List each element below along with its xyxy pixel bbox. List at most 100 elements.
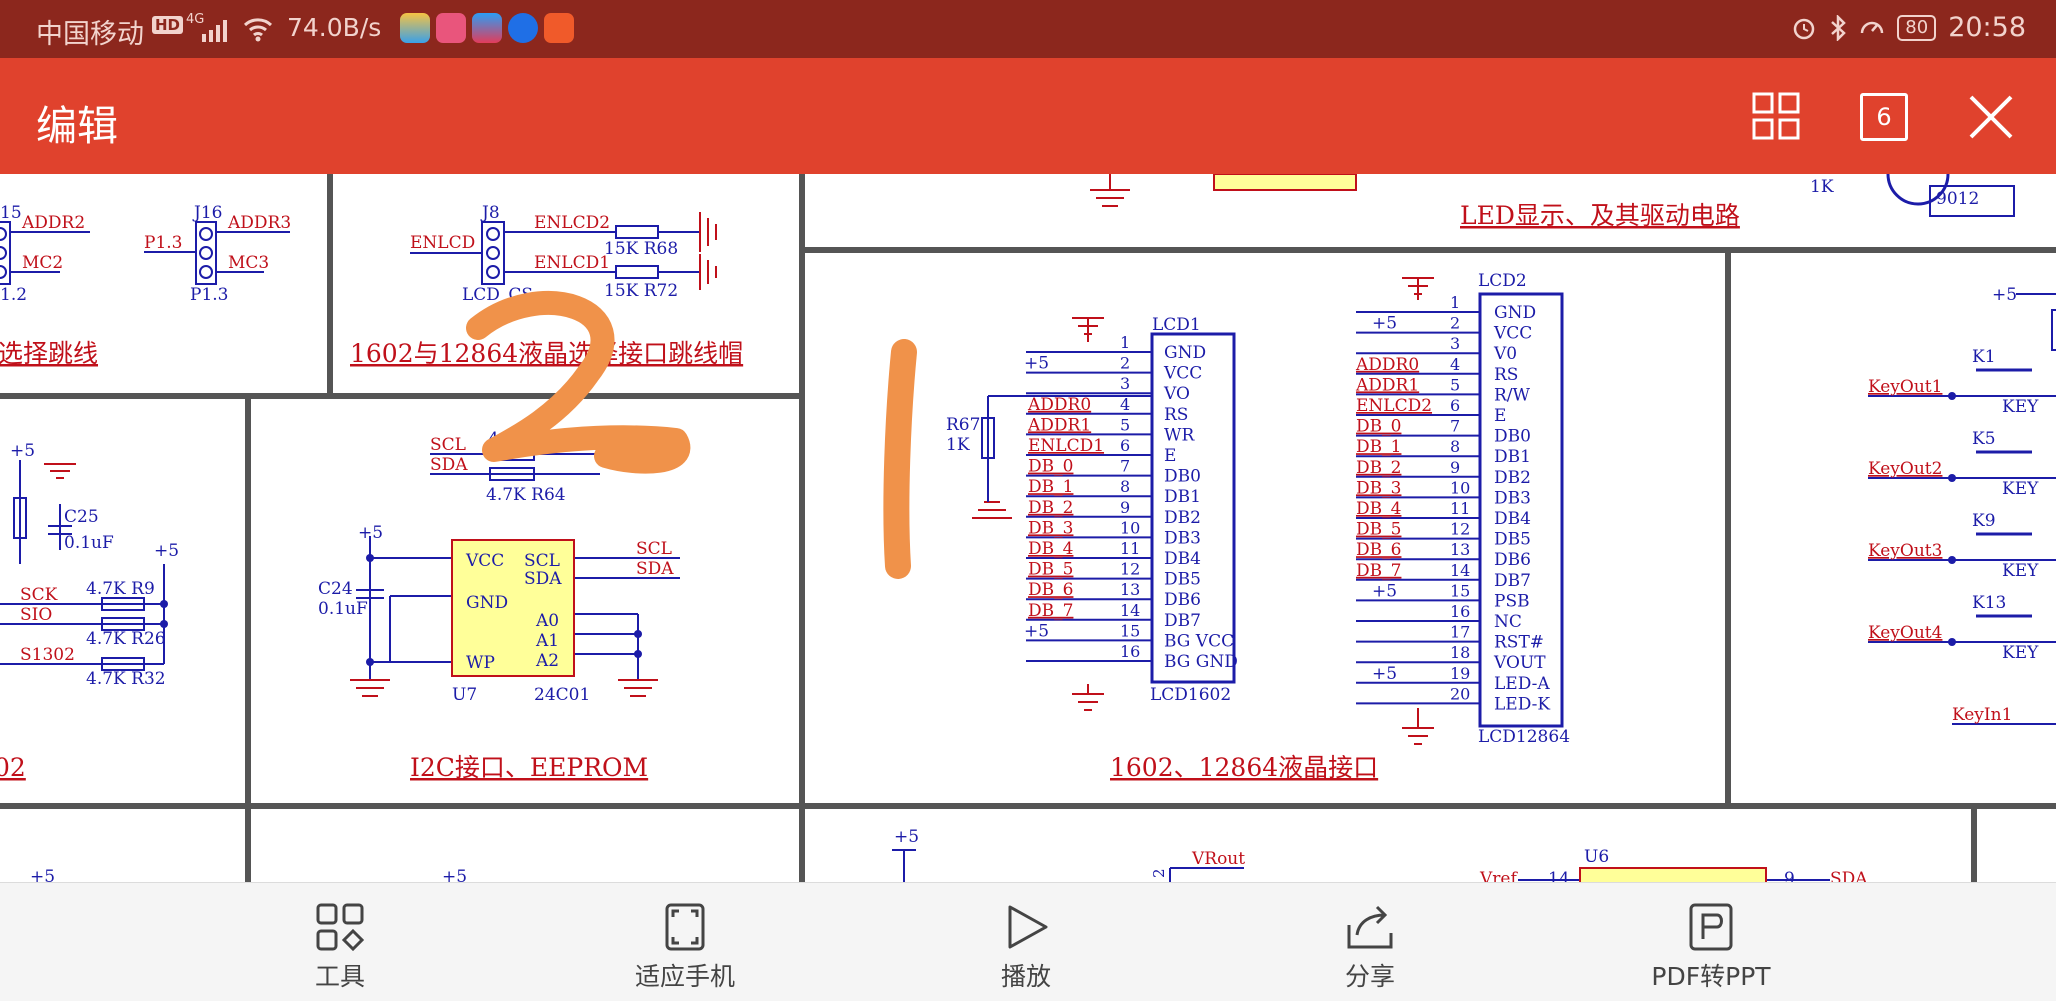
annotation-1-stroke — [883, 339, 917, 579]
lcd2-pin-number: 13 — [1450, 540, 1470, 559]
key-name: K5 — [1972, 429, 1996, 449]
lcd1-pin-number: 6 — [1120, 436, 1130, 455]
lcd2-pin-name: LED-A — [1494, 674, 1550, 694]
lcd2-pin-number: 2 — [1450, 314, 1460, 333]
lcd2-net-label: DB_2 — [1356, 458, 1401, 478]
lcd2-pin-name: RST# — [1494, 633, 1544, 653]
share-button[interactable]: 分享 — [1320, 883, 1420, 1001]
lcd2-net-label: DB_3 — [1356, 478, 1401, 498]
eeprom-vcc-net: +5 — [358, 523, 383, 543]
lcd2-pin-number: 6 — [1450, 396, 1460, 415]
j15-addr2-label: ADDR2 — [21, 213, 85, 233]
lcd2-pin-name: R/W — [1494, 385, 1531, 405]
key-name: K1 — [1972, 347, 1996, 367]
close-icon[interactable] — [1968, 94, 2014, 140]
page-count-button[interactable]: 6 — [1860, 93, 1908, 141]
lcd2-pin-name: DB0 — [1494, 427, 1531, 447]
ds-vcc2-net: +5 — [154, 541, 179, 561]
u6-pin14: 14 — [1548, 869, 1570, 882]
annotation-2-stroke — [466, 291, 691, 474]
u7-a2-pin: A2 — [535, 651, 559, 671]
fit-screen-icon — [665, 903, 705, 951]
lcd1-net-label: DB_3 — [1028, 518, 1073, 538]
key-name: K9 — [1972, 511, 1996, 531]
lcd1602-label: LCD1602 — [1150, 685, 1231, 705]
lcd1-net-label: DB_7 — [1028, 601, 1073, 621]
u7-pin-scl-out: SCL — [636, 539, 672, 559]
lcd2-pin-name: RS — [1494, 365, 1518, 385]
pdf-to-ppt-label: PDF转PPT — [1651, 962, 1771, 991]
lcd2-pin-number: 1 — [1450, 293, 1460, 312]
u6-sda-net: SDA — [1830, 869, 1868, 882]
key-label: KEY — [2002, 479, 2039, 499]
app-icon — [472, 13, 502, 43]
c25-value: 0.1uF — [64, 533, 114, 553]
lcd2-pin-name: DB7 — [1494, 571, 1531, 591]
lcd1-pin-number: 3 — [1120, 374, 1130, 393]
app-icon — [400, 13, 430, 43]
lcd12864-label: LCD12864 — [1478, 727, 1570, 747]
lcd1-pin-number: 1 — [1120, 333, 1130, 352]
lcd2-net-label: DB_6 — [1356, 540, 1401, 560]
c24-value: 0.1uF — [318, 599, 368, 619]
j8-label: J8 — [480, 203, 500, 223]
app-icon — [508, 13, 538, 43]
share-label: 分享 — [1344, 962, 1395, 991]
sck-net: SCK — [20, 585, 58, 605]
play-label: 播放 — [1000, 962, 1051, 991]
lcd1-pin-name: GND — [1164, 343, 1206, 363]
schematic-page[interactable]: LED显示、及其驱动电路 9012 1K 15 ADDR2 MC2 1.2 J1… — [0, 174, 2056, 882]
u7-a0-pin: A0 — [535, 611, 559, 631]
pdf-to-ppt-button[interactable]: PDF转PPT — [1636, 883, 1786, 1001]
left-bottom-section-title: 02 — [0, 753, 26, 782]
vref-net: Vref — [1479, 869, 1518, 882]
app-bar: 编辑 6 — [0, 58, 2056, 174]
lcd1-pin-number: 16 — [1120, 642, 1140, 661]
fit-screen-button[interactable]: 适应手机 — [610, 883, 760, 1001]
lcd2-pin-number: 10 — [1450, 478, 1470, 497]
lcd2-pin-name: LED-K — [1494, 694, 1550, 714]
lcd2-net-label: +5 — [1372, 581, 1397, 601]
enlcd1-label: ENLCD1 — [534, 253, 610, 273]
r64-label: 4.7K R64 — [486, 485, 566, 505]
keypad-vcc-net: +5 — [1992, 285, 2017, 305]
lcd1-net-label: ADDR1 — [1027, 415, 1091, 435]
lcd-section-title: 1602、12864液晶接口 — [1110, 753, 1378, 782]
grid-view-icon[interactable] — [1752, 92, 1800, 140]
keypad-keys: K1 KeyOut1 KEY K5 KeyOut2 KEY K9 KeyOut3 KEY K13 K… — [1868, 347, 2056, 663]
jumper-section-title: 选择跳线 — [0, 339, 98, 368]
lcd2-label: LCD2 — [1478, 271, 1527, 291]
lcd1-pin-name: BG VCC — [1164, 631, 1234, 651]
play-button[interactable]: 播放 — [976, 883, 1076, 1001]
r67-value: 1K — [946, 435, 970, 455]
lcd1-pin-name: RS — [1164, 405, 1188, 425]
key-junction — [1948, 556, 1956, 564]
lcd1-net-label: ADDR0 — [1027, 395, 1091, 415]
u6-pin9: 9 — [1784, 869, 1795, 882]
lcd2-pin-name: DB1 — [1494, 447, 1531, 467]
lcd1-pin-number: 12 — [1120, 560, 1140, 579]
lcd2-net-label: ENLCD2 — [1356, 396, 1432, 416]
pdf-document-view[interactable]: LED显示、及其驱动电路 9012 1K 15 ADDR2 MC2 1.2 J1… — [0, 174, 2056, 882]
tools-button[interactable]: 工具 — [290, 883, 390, 1001]
lcd1-pin-name: VCC — [1163, 364, 1202, 384]
lcd2-pin-number: 12 — [1450, 520, 1470, 539]
lcd2-pin-name: V0 — [1493, 344, 1517, 364]
lcd2-pin-number: 14 — [1450, 561, 1470, 580]
key-junction — [1948, 392, 1956, 400]
lcd1-pin-name: DB5 — [1164, 570, 1201, 590]
lcd1-net-label: DB_2 — [1028, 498, 1073, 518]
led-section-title: LED显示、及其驱动电路 — [1460, 201, 1740, 230]
lcd1-pin-number: 11 — [1120, 539, 1140, 558]
lcd2-pin-name: E — [1494, 406, 1506, 426]
r26-label: 4.7K R26 — [86, 629, 166, 649]
lcd2-pin-number: 20 — [1450, 684, 1470, 703]
app-icon — [544, 13, 574, 43]
lcd1-net-label: DB_1 — [1028, 477, 1073, 497]
u7-gnd-pin: GND — [466, 593, 508, 613]
lcd1-net-label: +5 — [1024, 354, 1049, 374]
lcd1-pin-number: 13 — [1120, 580, 1140, 599]
page-title: 编辑 — [36, 102, 118, 150]
bottom-left-vcc-net: +5 — [30, 867, 55, 882]
pdf-to-ppt-icon — [1689, 903, 1733, 951]
